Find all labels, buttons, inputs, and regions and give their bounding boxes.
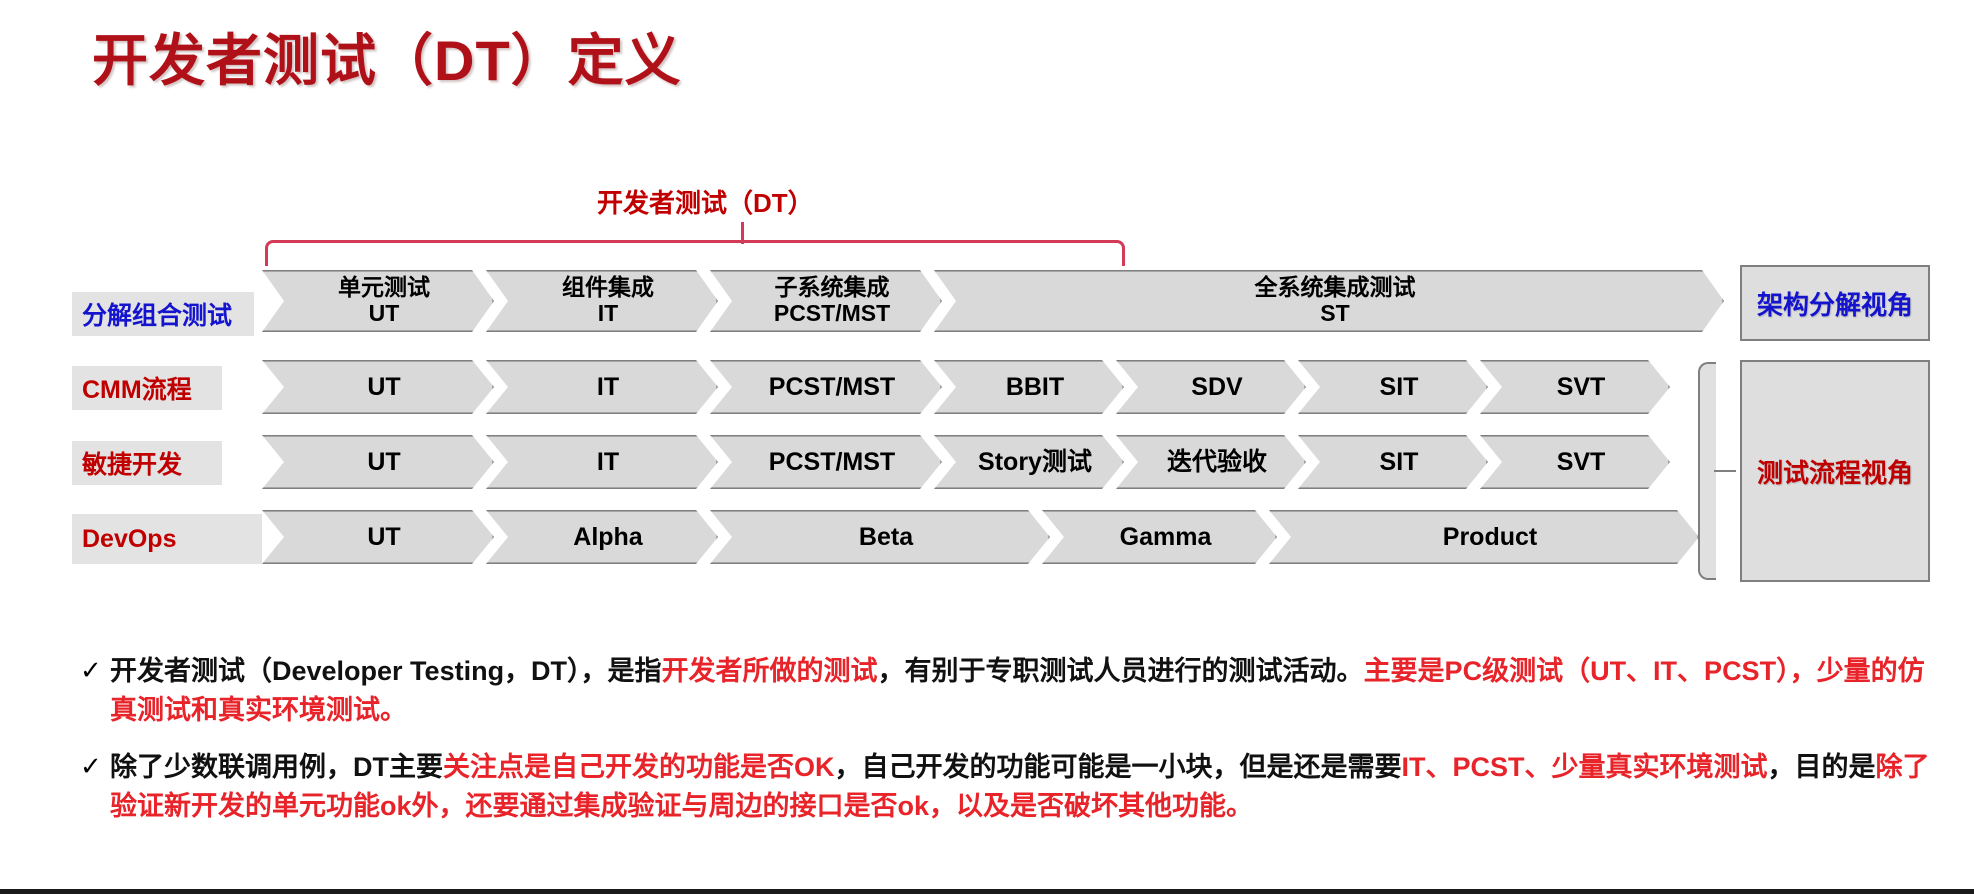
stage-label: UT: [367, 373, 401, 401]
stage-label: SDV: [1191, 373, 1243, 401]
row-label-cmm: CMM流程: [72, 366, 222, 410]
stage-label: SIT: [1379, 373, 1419, 401]
stage-chevron[interactable]: Beta: [710, 510, 1050, 564]
diagram-row-devops: UT Alpha Beta Gamma Product: [262, 510, 1699, 572]
bullet-seg: 开发者测试（Developer Testing，DT），是指: [110, 656, 662, 686]
stage-chevron[interactable]: IT: [486, 360, 718, 414]
bullet-seg: ，目的是: [1767, 752, 1876, 783]
slide-canvas: 开发者测试（DT）定义 开发者测试（DT） 分解组合测试 单元测试 UT 组件集…: [0, 0, 1974, 894]
stage-chevron[interactable]: UT: [262, 360, 494, 414]
stage-chevron[interactable]: BBIT: [934, 360, 1124, 414]
stage-label: Gamma: [1119, 523, 1212, 551]
stage-label: Beta: [858, 523, 914, 551]
bullet-seg: ，自己开发的功能可能是一小块，但是还是需要: [834, 752, 1402, 783]
stage-label: 子系统集成 PCST/MST: [773, 274, 891, 326]
stage-chevron[interactable]: SIT: [1298, 435, 1488, 489]
stage-label: 组件集成 IT: [562, 274, 654, 326]
stage-label: Product: [1442, 523, 1538, 551]
stage-label: UT: [367, 448, 401, 476]
bullet-seg-highlight: 关注点是: [443, 752, 551, 783]
bullet-text-2: 除了少数联调用例，DT主要关注点是自己开发的功能是否OK，自己开发的功能可能是一…: [110, 748, 1930, 826]
dt-bracket-label: 开发者测试（DT）: [597, 188, 814, 218]
view-box-architecture[interactable]: 架构分解视角: [1740, 265, 1930, 341]
stage-chevron[interactable]: PCST/MST: [710, 360, 942, 414]
stage-chevron[interactable]: SVT: [1480, 360, 1670, 414]
stage-chevron[interactable]: Story测试: [934, 435, 1124, 489]
checkmark-icon: ✓: [80, 751, 102, 782]
row-label-agile: 敏捷开发: [72, 441, 222, 485]
list-item: ✓ 除了少数联调用例，DT主要关注点是自己开发的功能是否OK，自己开发的功能可能…: [80, 748, 1930, 826]
stage-chevron[interactable]: 全系统集成测试 ST: [934, 270, 1724, 332]
checkmark-icon: ✓: [80, 655, 102, 685]
stage-label: Story测试: [978, 448, 1092, 476]
page-title: 开发者测试（DT）定义: [92, 29, 682, 92]
diagram-row-cmm: UT IT PCST/MST BBIT SDV SIT SVT: [262, 360, 1670, 422]
stage-label: IT: [596, 448, 620, 476]
stage-chevron[interactable]: 迭代验收: [1116, 435, 1306, 489]
stage-chevron[interactable]: Gamma: [1042, 510, 1277, 564]
stage-chevron[interactable]: 单元测试 UT: [262, 270, 494, 332]
stage-chevron[interactable]: SDV: [1116, 360, 1306, 414]
list-item: ✓ 开发者测试（Developer Testing，DT），是指开发者所做的测试…: [80, 652, 1930, 730]
stage-label: SVT: [1556, 448, 1606, 476]
view-box-process[interactable]: 测试流程视角: [1740, 360, 1930, 582]
stage-label: BBIT: [1005, 373, 1065, 401]
bullet-seg: ，有别于专职测试人员进行的测试活动。: [877, 656, 1364, 686]
stage-chevron[interactable]: 组件集成 IT: [486, 270, 718, 332]
row-label-decomposition: 分解组合测试: [72, 292, 254, 336]
stage-label: UT: [367, 523, 401, 551]
bullet-seg-highlight: IT、PCST、少量真实环境测试: [1401, 752, 1768, 783]
stage-chevron[interactable]: UT: [262, 510, 494, 564]
bullet-seg: 除了少数联调用例，DT主要: [110, 752, 443, 783]
stage-label: IT: [596, 373, 620, 401]
bullet-seg-highlight: 自己开发的功能是否OK: [551, 752, 835, 783]
stage-chevron[interactable]: PCST/MST: [710, 435, 942, 489]
stage-label: 迭代验收: [1166, 448, 1267, 476]
diagram-row-agile: UT IT PCST/MST Story测试 迭代验收 SIT SVT: [262, 435, 1670, 497]
dt-bracket: [265, 240, 1125, 266]
stage-chevron[interactable]: 子系统集成 PCST/MST: [710, 270, 942, 332]
bullet-list: ✓ 开发者测试（Developer Testing，DT），是指开发者所做的测试…: [80, 652, 1930, 845]
stage-chevron[interactable]: SVT: [1480, 435, 1670, 489]
stage-chevron[interactable]: Alpha: [486, 510, 718, 564]
process-brace-stem: [1714, 470, 1736, 472]
stage-label: SIT: [1379, 448, 1419, 476]
stage-label: SVT: [1556, 373, 1606, 401]
bullet-seg-highlight: 开发者所做的测试: [661, 656, 878, 686]
stage-chevron[interactable]: Product: [1269, 510, 1699, 564]
stage-label: 单元测试 UT: [338, 274, 430, 326]
stage-label: 全系统集成测试 ST: [1254, 274, 1416, 326]
stage-chevron[interactable]: UT: [262, 435, 494, 489]
diagram-row-decomposition: 单元测试 UT 组件集成 IT 子系统集成 PCST/MST 全系统集成测试 S…: [262, 270, 1724, 332]
stage-label: PCST/MST: [768, 373, 896, 401]
stage-chevron[interactable]: SIT: [1298, 360, 1488, 414]
stage-label: PCST/MST: [768, 448, 896, 476]
stage-chevron[interactable]: IT: [486, 435, 718, 489]
stage-label: Alpha: [573, 523, 643, 551]
bullet-text-1: 开发者测试（Developer Testing，DT），是指开发者所做的测试，有…: [110, 652, 1930, 730]
row-label-devops: DevOps: [72, 514, 262, 564]
